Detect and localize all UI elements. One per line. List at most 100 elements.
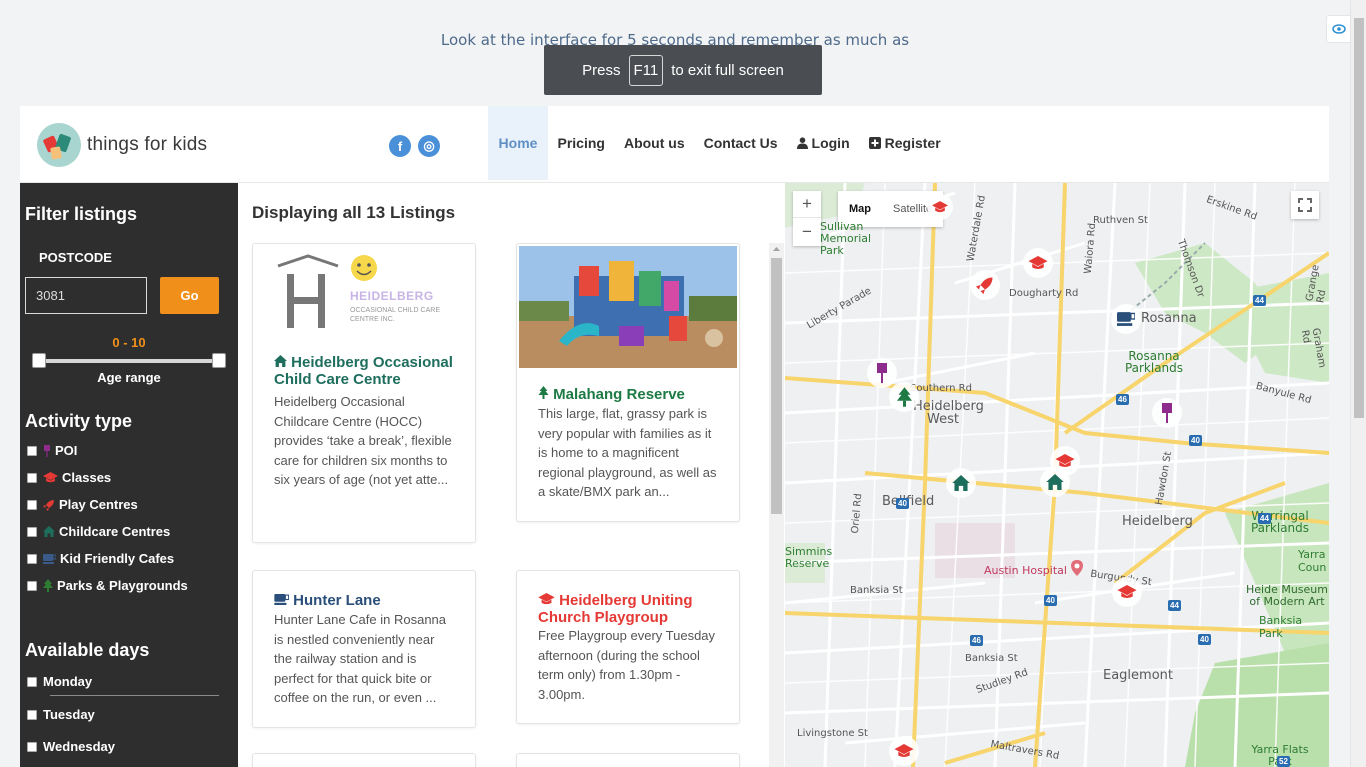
nav-about[interactable]: About us — [614, 106, 694, 180]
listing-card-hunter-lane[interactable]: Hunter Lane Hunter Lane Cafe in Rosanna … — [252, 570, 476, 728]
map-pin-classes[interactable] — [927, 194, 953, 220]
map-pin-childcare[interactable] — [946, 468, 976, 498]
coffee-icon — [274, 594, 290, 605]
site-logo[interactable]: things for kids — [37, 123, 207, 167]
go-button[interactable]: Go — [160, 277, 219, 314]
listing-card-malahang-reserve[interactable]: Malahang Reserve This large, flat, grass… — [516, 243, 740, 522]
pushpin-icon — [1162, 403, 1172, 423]
home-icon — [1046, 474, 1064, 490]
nav-pricing[interactable]: Pricing — [548, 106, 614, 180]
coffee-icon — [1117, 312, 1135, 326]
map-pin-play-centre[interactable] — [970, 270, 1000, 300]
map-pin-classes[interactable] — [1023, 248, 1053, 278]
filter-childcare[interactable]: Childcare Centres — [27, 524, 170, 539]
age-range-value: 0 - 10 — [112, 335, 146, 350]
page-scrollbar-thumb[interactable] — [1354, 18, 1364, 418]
eye-icon — [1332, 24, 1346, 34]
nav-register[interactable]: Register — [859, 106, 950, 180]
listings-heading: Displaying all 13 Listings — [252, 203, 456, 222]
route-shield: 40 — [896, 498, 909, 509]
age-slider-track[interactable] — [40, 359, 218, 363]
card-description: Hunter Lane Cafe in Rosanna is nestled c… — [274, 612, 447, 705]
checkbox[interactable] — [27, 499, 37, 510]
map-pin-cafe[interactable] — [1111, 304, 1141, 334]
filter-play-centres[interactable]: Play Centres — [27, 497, 138, 512]
card-title-text: Heidelberg Uniting Church Playgroup — [538, 592, 693, 626]
listings-scrollbar[interactable] — [769, 243, 784, 767]
listing-card-heidelberg-occasional[interactable]: HEIDELBERG OCCASIONAL CHILD CARE CENTRE … — [252, 243, 476, 543]
map-pin-park[interactable] — [889, 382, 919, 412]
map-pin-poi[interactable] — [1152, 398, 1182, 428]
checkbox[interactable] — [27, 676, 37, 687]
place-label: Warringal Parklands — [1250, 509, 1310, 535]
checkbox[interactable] — [27, 526, 37, 537]
age-slider-min-handle[interactable] — [32, 353, 46, 368]
checkbox[interactable] — [27, 580, 37, 591]
map-type-map[interactable]: Map — [838, 203, 882, 215]
map-pin-childcare[interactable] — [1040, 467, 1070, 497]
checkbox[interactable] — [27, 553, 37, 564]
postcode-input[interactable] — [25, 277, 147, 314]
place-label: Austin Hospital — [984, 564, 1067, 577]
map-panel[interactable]: + − Map Satellite Bellfield Heidelberg E… — [785, 183, 1329, 767]
graduation-cap-icon — [1055, 454, 1075, 468]
filter-classes[interactable]: Classes — [27, 470, 111, 485]
home-icon — [274, 355, 287, 367]
graduation-cap-icon — [1117, 585, 1137, 599]
card-title: Heidelberg Occasional Child Care Centre — [274, 354, 454, 388]
nav-contact[interactable]: Contact Us — [694, 106, 787, 180]
map-pin-classes[interactable] — [1112, 577, 1142, 607]
street-label: Ruthven St — [1093, 215, 1148, 226]
checkbox[interactable] — [27, 741, 37, 752]
listings-scrollbar-thumb[interactable] — [771, 258, 782, 514]
nav-home[interactable]: Home — [488, 106, 548, 180]
checkbox[interactable] — [27, 445, 37, 456]
filter-poi[interactable]: POI — [27, 443, 77, 458]
instagram-icon[interactable]: ◎ — [418, 135, 440, 157]
graduation-cap-icon — [43, 472, 58, 483]
pushpin-icon — [44, 444, 50, 457]
filter-tuesday[interactable]: Tuesday — [27, 707, 95, 722]
available-days-title: Available days — [25, 640, 150, 660]
facebook-icon[interactable]: f — [389, 135, 411, 157]
route-shield: 44 — [1168, 600, 1181, 611]
filter-monday[interactable]: Monday — [27, 674, 92, 689]
filter-wednesday[interactable]: Wednesday — [27, 739, 115, 754]
page-scrollbar[interactable] — [1350, 0, 1366, 767]
tree-icon — [896, 387, 912, 407]
eye-toggle-button[interactable] — [1326, 15, 1352, 43]
filter-poi-label: POI — [55, 443, 78, 458]
place-label: Yarra Coun — [1298, 548, 1327, 574]
listing-card-partial[interactable] — [252, 753, 476, 767]
rocket-icon — [43, 499, 54, 511]
listing-card-partial[interactable] — [516, 753, 740, 767]
route-shield: 40 — [1198, 634, 1211, 645]
zoom-out-button[interactable]: − — [793, 218, 821, 245]
fullscreen-icon — [1298, 198, 1312, 212]
map-pin-poi[interactable] — [867, 358, 897, 388]
age-slider-max-handle[interactable] — [212, 353, 226, 368]
pushpin-icon — [877, 363, 887, 383]
filter-wednesday-label: Wednesday — [43, 739, 116, 754]
scroll-up-arrow-icon — [773, 247, 780, 251]
nav-contact-label: Contact Us — [703, 135, 778, 151]
filter-parks[interactable]: Parks & Playgrounds — [27, 578, 188, 593]
graduation-cap-icon — [538, 593, 555, 605]
coffee-icon — [43, 553, 56, 564]
card-title-text: Heidelberg Occasional Child Care Centre — [274, 354, 453, 388]
map-pin-classes[interactable] — [889, 736, 919, 766]
listing-card-heidelberg-uniting[interactable]: Heidelberg Uniting Church Playgroup Free… — [516, 570, 740, 724]
checkbox[interactable] — [27, 472, 37, 483]
place-label: Sullivan Memorial Park — [820, 220, 872, 257]
nav-login[interactable]: Login — [787, 106, 859, 180]
user-icon — [796, 137, 808, 149]
filter-tuesday-label: Tuesday — [43, 707, 95, 722]
place-label: Heide Museum of Modern Art — [1246, 583, 1328, 608]
fullscreen-button[interactable] — [1291, 191, 1319, 219]
place-label: Heidelberg West — [913, 399, 984, 427]
filter-cafes[interactable]: Kid Friendly Cafes — [27, 551, 174, 566]
route-shield: 44 — [1253, 295, 1266, 306]
checkbox[interactable] — [27, 709, 37, 720]
zoom-in-button[interactable]: + — [793, 191, 821, 218]
fullscreen-toast: Press F11 to exit full screen — [544, 45, 822, 95]
